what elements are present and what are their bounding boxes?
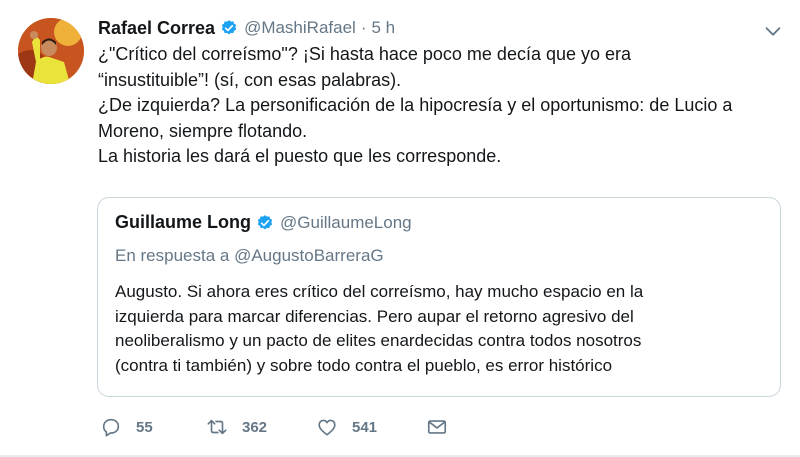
reply-context: En respuesta a @AugustoBarreraG <box>115 246 384 266</box>
separator-dot: · <box>360 18 367 37</box>
direct-message-icon <box>427 420 447 434</box>
tweet-text-line: La historia les dará el puesto que les c… <box>98 146 502 167</box>
reply-icon <box>102 418 120 437</box>
reply-prefix: En respuesta a <box>115 246 235 265</box>
direct-message-button[interactable] <box>426 414 448 440</box>
tweet-timestamp[interactable]: 5 h <box>371 18 395 38</box>
reply-button[interactable]: 55 <box>100 414 153 440</box>
quoted-tweet-text: Augusto. Si ahora eres crítico del corre… <box>115 280 765 378</box>
like-icon <box>318 419 336 436</box>
tweet-header: Rafael Correa @MashiRafael · 5 h <box>98 16 395 40</box>
reply-count: 55 <box>136 418 153 436</box>
tweet-card: Rafael Correa @MashiRafael · 5 h ¿"Críti… <box>0 0 800 457</box>
retweet-button[interactable]: 362 <box>206 414 267 440</box>
tweet-text-line: “insustituible”! (sí, con esas palabras)… <box>98 69 402 90</box>
like-button[interactable]: 541 <box>316 414 377 440</box>
quoted-author-name: Guillaume Long <box>115 212 252 232</box>
quoted-text-line: Augusto. Si ahora eres crítico del corre… <box>115 282 644 301</box>
retweet-count: 362 <box>242 418 268 436</box>
avatar[interactable] <box>18 18 84 84</box>
retweet-icon <box>207 419 227 435</box>
avatar-image <box>18 18 84 84</box>
author-name[interactable]: Rafael Correa <box>98 18 215 39</box>
tweet-text-line: ¿De izquierda? La personificación de la … <box>98 95 733 116</box>
verified-badge-icon <box>256 214 274 232</box>
tweet-text-line: Moreno, siempre flotando. <box>98 120 308 141</box>
tweet-text: ¿"Crítico del correísmo"? ¡Si hasta hace… <box>98 42 788 170</box>
quoted-text-line: (contra ti también) y sobre todo contra … <box>115 355 613 375</box>
author-handle[interactable]: @MashiRafael <box>244 18 356 38</box>
tweet-text-line: ¿"Crítico del correísmo"? ¡Si hasta hace… <box>98 44 632 64</box>
quoted-tweet[interactable]: Guillaume Long @GuillaumeLong En respues… <box>97 197 781 397</box>
quoted-text-line: izquierda para marcar diferencias. Pero … <box>115 306 634 326</box>
quoted-text-line: neoliberalismo y un pacto de elites enar… <box>115 331 642 351</box>
chevron-down-icon[interactable] <box>762 20 784 42</box>
reply-mention[interactable]: @AugustoBarreraG <box>234 246 384 265</box>
quoted-tweet-header: Guillaume Long @GuillaumeLong <box>115 212 412 233</box>
quoted-author-handle: @GuillaumeLong <box>280 212 412 232</box>
like-count: 541 <box>352 418 378 436</box>
verified-badge-icon <box>220 19 238 37</box>
